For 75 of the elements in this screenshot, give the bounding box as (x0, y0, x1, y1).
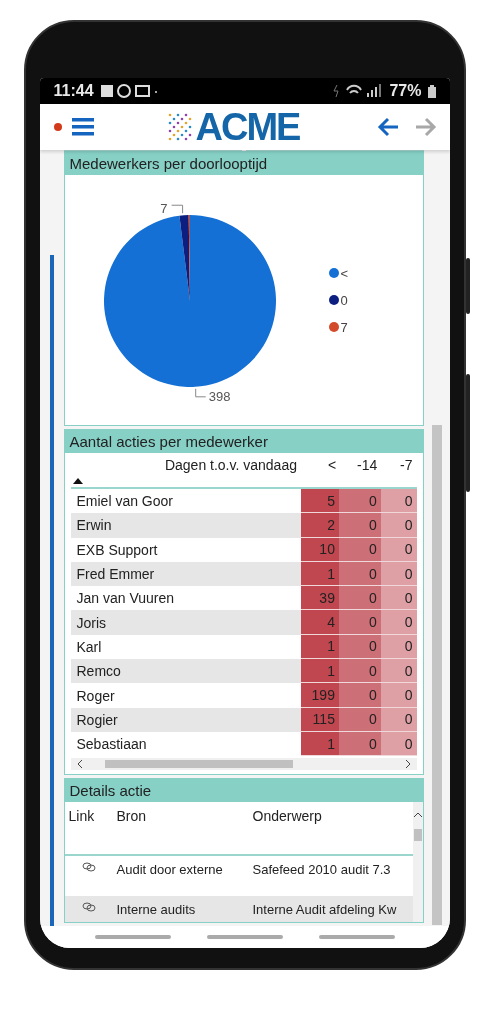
scroll-thumb[interactable] (104, 760, 293, 769)
table-cell: 0 (338, 586, 381, 611)
legend-label: 7 (340, 319, 348, 335)
column-header[interactable]: Dagen t.o.v. vandaag (164, 457, 297, 473)
logo: ACME (195, 105, 300, 149)
data-label: 398 (208, 388, 230, 404)
leader-line (194, 388, 206, 398)
table-cell: 0 (380, 659, 417, 684)
table-cell-text: Joris (75, 614, 108, 631)
battery-percentage: 77% (389, 82, 422, 100)
table-cell: 0 (338, 489, 381, 514)
table-cell: 115 (301, 707, 339, 732)
table-cell: 0 (380, 489, 417, 514)
table-cell: 0 (380, 610, 417, 635)
column-header[interactable]: Bron (112, 802, 249, 855)
table-cell-text: Remco (75, 663, 122, 680)
horizontal-scrollbar[interactable] (70, 758, 417, 771)
scroll-up-icon[interactable] (413, 812, 422, 818)
vertical-scrollbar[interactable] (412, 802, 423, 923)
table-cell-text: EXB Support (75, 541, 159, 558)
sort-ascending-icon[interactable] (72, 478, 83, 484)
notification-icons (99, 84, 158, 98)
table-cell-text: Fred Emmer (75, 566, 156, 583)
legend-label: 0 (340, 292, 348, 308)
table-cell: 10 (301, 537, 339, 562)
table-cell: 4 (301, 610, 339, 635)
status-time: 11:44 (53, 82, 94, 100)
table-cell: 2 (301, 513, 339, 538)
leader-line (170, 204, 183, 214)
table-cell-text: Erwin (75, 517, 113, 534)
table-cell-text: Sebastiaan (75, 736, 148, 753)
scroll-left-icon[interactable] (76, 760, 83, 769)
table-cell: 1 (301, 731, 339, 757)
menu-icon[interactable] (71, 118, 94, 136)
card-title: Details actie (64, 779, 423, 803)
card-title: Aantal acties per medewerker (64, 430, 423, 453)
table-cell-text: Interne audits (115, 901, 197, 920)
column-header[interactable]: Link (64, 802, 113, 855)
signal-icons (333, 84, 384, 98)
scroll-thumb[interactable] (413, 829, 422, 842)
page-scrollbar[interactable] (431, 425, 442, 925)
table-cell: 1 (301, 659, 339, 684)
table-cell-text: Interne Audit afdeling Kw (251, 901, 398, 920)
table-cell-text: Karl (75, 638, 103, 655)
table-cell: 199 (301, 683, 339, 708)
table-cell-text: Audit door externe (115, 861, 224, 880)
column-header[interactable]: -7 (381, 453, 417, 487)
battery-icon (427, 84, 436, 98)
link-icon[interactable] (81, 862, 96, 873)
legend-label: < (340, 265, 349, 281)
column-header[interactable]: -14 (340, 453, 382, 487)
table-cell-text: Roger (75, 687, 116, 704)
table-cell-text: Emiel van Goor (75, 493, 174, 510)
scroll-right-icon[interactable] (404, 760, 411, 769)
logo-dots-icon (167, 112, 192, 142)
table-cell: 5 (301, 489, 339, 514)
column-header[interactable]: < (302, 453, 341, 487)
table-cell: 0 (338, 683, 381, 708)
table-cell-text: Jan van Vuuren (75, 590, 176, 607)
table-cell: 0 (338, 513, 381, 538)
table-cell: 39 (301, 586, 339, 611)
table-cell: 1 (301, 634, 339, 660)
table-cell: 0 (380, 513, 417, 538)
table-cell: 0 (380, 586, 417, 611)
notification-dot (53, 123, 62, 131)
table-cell-text: Safefeed 2010 audit 7.3 (251, 861, 392, 880)
column-header[interactable]: Onderwerp (248, 802, 409, 855)
table-cell: 0 (380, 683, 417, 708)
table-cell: 0 (338, 610, 381, 635)
data-label: 7 (159, 201, 168, 217)
table-cell: 0 (338, 659, 381, 684)
link-icon[interactable] (81, 902, 96, 913)
card-title: Medewerkers per doorlooptijd (64, 152, 423, 175)
table-cell: 1 (301, 561, 339, 587)
table-cell-text: Rogier (75, 711, 119, 728)
